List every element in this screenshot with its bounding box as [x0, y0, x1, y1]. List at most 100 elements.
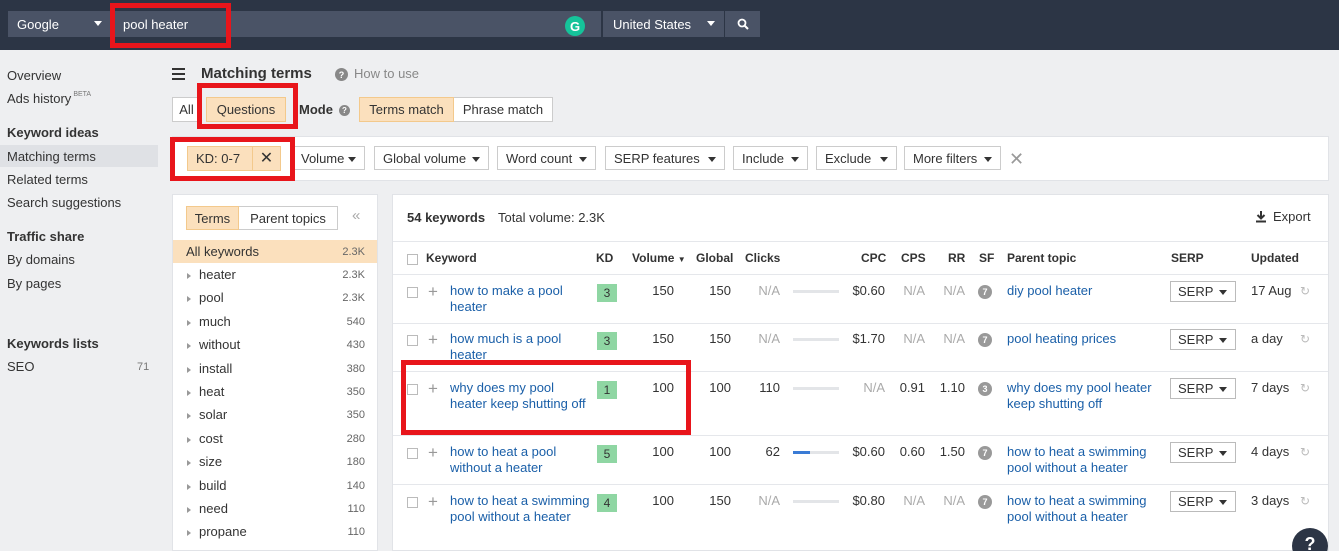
term-row-label[interactable]: heat [199, 384, 224, 399]
keyword-link[interactable]: how to heat a swimming pool without a he… [450, 493, 590, 525]
col-sf[interactable]: SF [979, 251, 994, 265]
col-clicks[interactable]: Clicks [745, 251, 780, 265]
serp-dropdown-button[interactable]: SERP [1170, 281, 1236, 302]
global-volume-filter[interactable]: Global volume [374, 146, 489, 170]
serp-dropdown-button[interactable]: SERP [1170, 442, 1236, 463]
menu-icon[interactable] [172, 68, 185, 83]
nav-related-terms[interactable]: Related terms [7, 172, 88, 187]
serp-features-badge[interactable]: 7 [978, 285, 992, 299]
parent-topic-link[interactable]: why does my pool heater keep shutting of… [1007, 380, 1162, 412]
nav-by-pages[interactable]: By pages [7, 276, 61, 291]
more-filters-button[interactable]: More filters [904, 146, 1001, 170]
refresh-icon[interactable]: ↻ [1300, 445, 1310, 459]
parent-topic-link[interactable]: diy pool heater [1007, 283, 1162, 299]
serp-features-badge[interactable]: 7 [978, 333, 992, 347]
term-row-label[interactable]: cost [199, 431, 223, 446]
term-row-label[interactable]: size [199, 454, 222, 469]
serp-dropdown-button[interactable]: SERP [1170, 378, 1236, 399]
refresh-icon[interactable]: ↻ [1300, 381, 1310, 395]
select-all-checkbox[interactable] [407, 254, 418, 265]
nav-by-domains[interactable]: By domains [7, 252, 75, 267]
col-cpc[interactable]: CPC [861, 251, 886, 265]
serp-features-badge[interactable]: 7 [978, 446, 992, 460]
col-kd[interactable]: KD [596, 251, 613, 265]
term-row-label[interactable]: much [199, 314, 231, 329]
exclude-filter[interactable]: Exclude [816, 146, 897, 170]
search-button[interactable] [725, 11, 760, 37]
nav-seo-list[interactable]: SEO [7, 359, 34, 374]
refresh-icon[interactable]: ↻ [1300, 332, 1310, 346]
add-icon[interactable]: + [428, 283, 438, 300]
expand-icon[interactable] [187, 437, 191, 443]
chevron-down-icon [707, 21, 715, 26]
term-row-label[interactable]: install [199, 361, 232, 376]
keyword-link[interactable]: how much is a pool heater [450, 331, 590, 363]
country-select[interactable]: United States [603, 11, 724, 37]
nav-ads-history[interactable]: Ads history BETA [7, 91, 91, 106]
phrase-match-button[interactable]: Phrase match [454, 97, 553, 122]
export-button[interactable]: Export [1255, 209, 1311, 224]
expand-icon[interactable] [187, 413, 191, 419]
include-filter[interactable]: Include [733, 146, 808, 170]
parent-topic-link[interactable]: pool heating prices [1007, 331, 1162, 347]
tab-parent-topics[interactable]: Parent topics [239, 206, 338, 230]
term-row-label[interactable]: build [199, 478, 226, 493]
how-to-use-link[interactable]: How to use [354, 66, 419, 81]
row-checkbox[interactable] [407, 497, 418, 508]
refresh-icon[interactable]: ↻ [1300, 284, 1310, 298]
serp-dropdown-button[interactable]: SERP [1170, 491, 1236, 512]
expand-icon[interactable] [187, 484, 191, 490]
term-row-label[interactable]: propane [199, 524, 247, 539]
term-row-label[interactable]: solar [199, 407, 227, 422]
keyword-link[interactable]: how to heat a pool without a heater [450, 444, 590, 476]
expand-icon[interactable] [187, 296, 191, 302]
keyword-link[interactable]: how to make a pool heater [450, 283, 590, 315]
serp-features-badge[interactable]: 7 [978, 495, 992, 509]
col-rr[interactable]: RR [948, 251, 965, 265]
col-keyword[interactable]: Keyword [426, 251, 477, 265]
col-cps[interactable]: CPS [901, 251, 926, 265]
serp-dropdown-button[interactable]: SERP [1170, 329, 1236, 350]
refresh-icon[interactable]: ↻ [1300, 494, 1310, 508]
term-row-label[interactable]: without [199, 337, 240, 352]
tab-all[interactable]: All [172, 97, 200, 122]
col-updated[interactable]: Updated [1251, 251, 1299, 265]
row-checkbox[interactable] [407, 287, 418, 298]
parent-topic-link[interactable]: how to heat a swimming pool without a he… [1007, 493, 1162, 525]
row-checkbox[interactable] [407, 448, 418, 459]
search-engine-select[interactable]: Google [8, 11, 111, 37]
expand-icon[interactable] [187, 343, 191, 349]
add-icon[interactable]: + [428, 493, 438, 510]
col-global[interactable]: Global [696, 251, 733, 265]
collapse-icon[interactable]: « [352, 207, 360, 224]
mode-help-icon[interactable]: ? [339, 105, 350, 116]
word-count-filter[interactable]: Word count [497, 146, 596, 170]
add-icon[interactable]: + [428, 331, 438, 348]
term-row-label[interactable]: need [199, 501, 228, 516]
expand-icon[interactable] [187, 390, 191, 396]
clear-filters-icon[interactable]: ✕ [1009, 149, 1024, 170]
parent-topic-link[interactable]: how to heat a swimming pool without a he… [1007, 444, 1162, 476]
col-parent-topic[interactable]: Parent topic [1007, 251, 1076, 265]
help-icon[interactable]: ? [335, 68, 348, 81]
expand-icon[interactable] [187, 530, 191, 536]
expand-icon[interactable] [187, 273, 191, 279]
expand-icon[interactable] [187, 367, 191, 373]
volume-filter[interactable]: Volume [292, 146, 365, 170]
serp-features-filter[interactable]: SERP features [605, 146, 725, 170]
nav-overview[interactable]: Overview [7, 68, 61, 83]
add-icon[interactable]: + [428, 444, 438, 461]
expand-icon[interactable] [187, 460, 191, 466]
serp-features-badge[interactable]: 3 [978, 382, 992, 396]
terms-match-button[interactable]: Terms match [359, 97, 454, 122]
tab-terms[interactable]: Terms [186, 206, 239, 230]
term-row-label[interactable]: heater [199, 267, 236, 282]
nav-search-suggestions[interactable]: Search suggestions [7, 195, 121, 210]
expand-icon[interactable] [187, 507, 191, 513]
col-volume[interactable]: Volume ▼ [632, 251, 686, 265]
nav-matching-terms[interactable]: Matching terms [7, 149, 96, 164]
row-checkbox[interactable] [407, 335, 418, 346]
grammarly-icon[interactable]: G [565, 16, 585, 36]
expand-icon[interactable] [187, 320, 191, 326]
term-row-label[interactable]: pool [199, 290, 224, 305]
